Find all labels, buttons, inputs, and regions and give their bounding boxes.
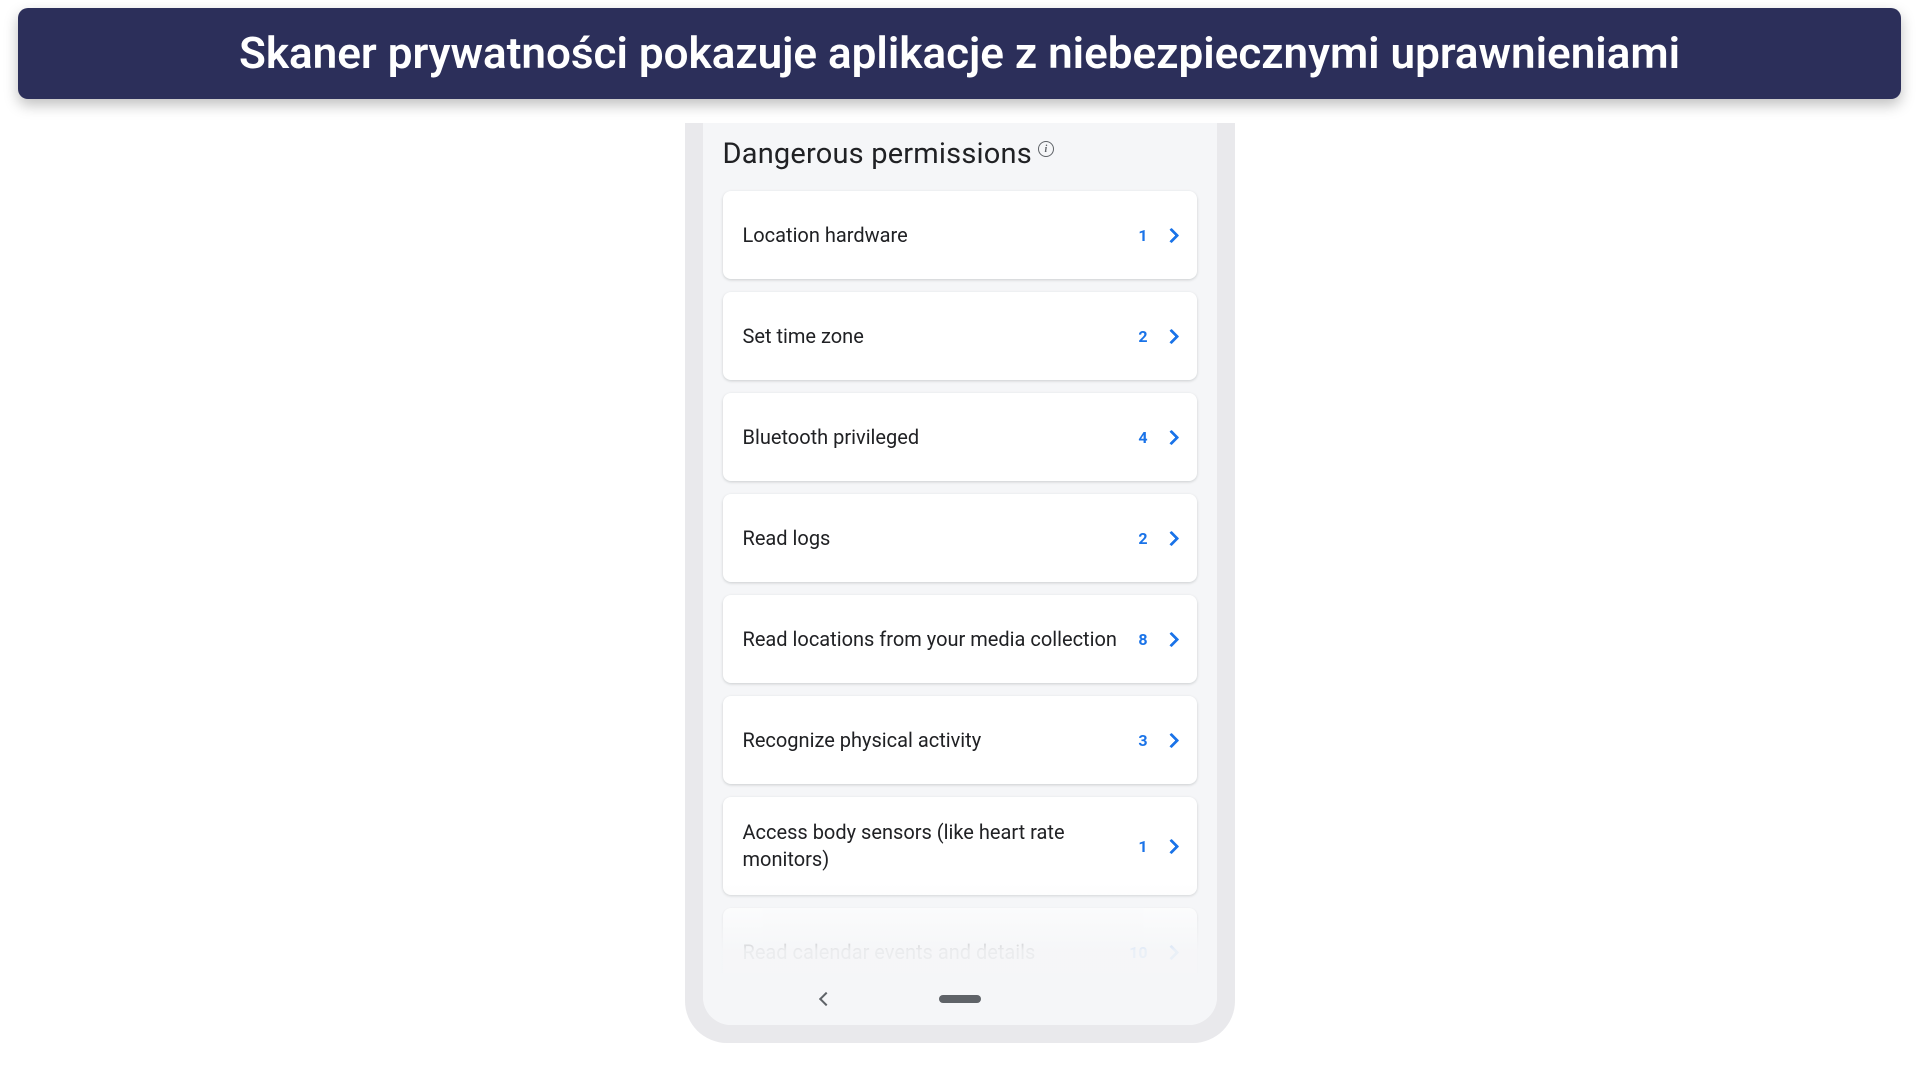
- chevron-right-icon: [1163, 631, 1179, 647]
- permission-count: 3: [1138, 731, 1147, 750]
- permission-count: 1: [1138, 837, 1147, 856]
- permission-count: 1: [1138, 226, 1147, 245]
- permission-right: 4: [1138, 428, 1176, 447]
- permission-right: 1: [1138, 226, 1176, 245]
- permission-right: 2: [1138, 327, 1176, 346]
- permission-count: 4: [1138, 428, 1147, 447]
- permissions-list: Location hardware 1 Set time zone 2 Blue…: [723, 191, 1197, 996]
- chevron-right-icon: [1163, 732, 1179, 748]
- permission-body-sensors[interactable]: Access body sensors (like heart rate mon…: [723, 797, 1197, 895]
- permission-label: Read logs: [743, 525, 1139, 552]
- chevron-right-icon: [1163, 227, 1179, 243]
- permission-right: 3: [1138, 731, 1176, 750]
- chevron-right-icon: [1163, 530, 1179, 546]
- nav-home-pill[interactable]: [939, 995, 981, 1003]
- permission-set-time-zone[interactable]: Set time zone 2: [723, 292, 1197, 380]
- android-nav-bar: [703, 973, 1217, 1025]
- permission-label: Access body sensors (like heart rate mon…: [743, 819, 1139, 873]
- permission-right: 2: [1138, 529, 1176, 548]
- permission-label: Set time zone: [743, 323, 1139, 350]
- phone-screen: Dangerous permissions i Location hardwar…: [703, 123, 1217, 1025]
- phone-frame: Dangerous permissions i Location hardwar…: [685, 123, 1235, 1043]
- info-icon[interactable]: i: [1038, 141, 1054, 157]
- permission-recognize-activity[interactable]: Recognize physical activity 3: [723, 696, 1197, 784]
- chevron-right-icon: [1163, 429, 1179, 445]
- permission-label: Bluetooth privileged: [743, 424, 1139, 451]
- page-banner: Skaner prywatności pokazuje aplikacje z …: [18, 8, 1901, 99]
- permission-label: Read calendar events and details: [743, 939, 1130, 966]
- section-title-row: Dangerous permissions i: [723, 123, 1197, 191]
- permission-read-logs[interactable]: Read logs 2: [723, 494, 1197, 582]
- banner-title: Skaner prywatności pokazuje aplikacje z …: [239, 27, 1680, 79]
- section-title: Dangerous permissions: [723, 137, 1032, 171]
- permission-count: 10: [1129, 943, 1147, 962]
- permission-count: 2: [1138, 529, 1147, 548]
- permission-right: 1: [1138, 837, 1176, 856]
- permission-bluetooth-privileged[interactable]: Bluetooth privileged 4: [723, 393, 1197, 481]
- chevron-right-icon: [1163, 944, 1179, 960]
- permission-right: 8: [1138, 630, 1176, 649]
- permission-label: Recognize physical activity: [743, 727, 1139, 754]
- permission-read-media-locations[interactable]: Read locations from your media collectio…: [723, 595, 1197, 683]
- permission-location-hardware[interactable]: Location hardware 1: [723, 191, 1197, 279]
- chevron-right-icon: [1163, 838, 1179, 854]
- permission-label: Location hardware: [743, 222, 1139, 249]
- permission-count: 8: [1138, 630, 1147, 649]
- nav-back-icon[interactable]: [818, 992, 832, 1006]
- permission-label: Read locations from your media collectio…: [743, 626, 1139, 653]
- chevron-right-icon: [1163, 328, 1179, 344]
- permission-count: 2: [1138, 327, 1147, 346]
- permission-right: 10: [1129, 943, 1176, 962]
